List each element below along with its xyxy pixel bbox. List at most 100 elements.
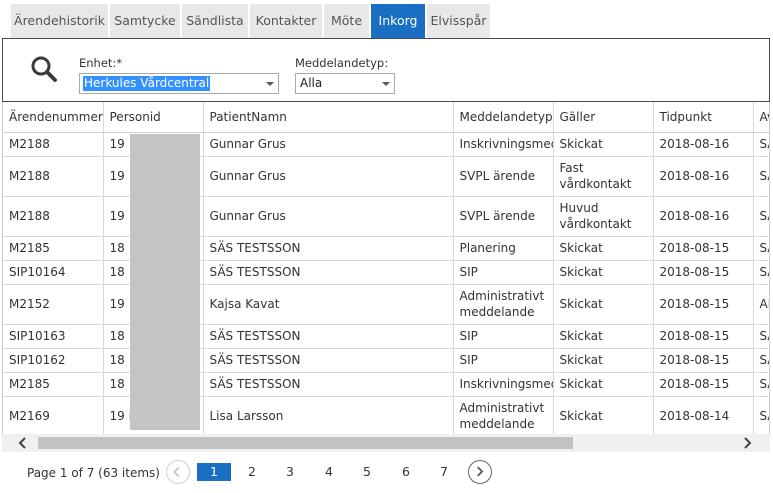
- page-button-2[interactable]: 2: [235, 463, 269, 481]
- cell: 2018-08-15: [653, 284, 754, 325]
- column-header[interactable]: Ärendenummer: [3, 102, 104, 133]
- cell: SÄS TESTSSON: [203, 348, 454, 373]
- meddelandetyp-label: Meddelandetyp:: [295, 56, 389, 70]
- cell: SIP10162: [3, 348, 104, 373]
- cell: Fast vårdkontakt: [553, 156, 654, 197]
- cell: SÄ: [753, 156, 769, 197]
- redaction-block: [130, 134, 200, 430]
- cell: SVPL ärende: [453, 196, 554, 237]
- scrollbar-thumb[interactable]: [38, 437, 573, 449]
- cell: Gunnar Grus: [203, 132, 454, 157]
- cell: M2152: [3, 284, 104, 325]
- cell: SIP: [453, 324, 554, 349]
- tab-samtycke[interactable]: Samtycke: [110, 4, 181, 38]
- cell: Inskrivningsmeddelande: [453, 132, 554, 157]
- cell: Gunnar Grus: [203, 196, 454, 237]
- page-button-6[interactable]: 6: [389, 463, 423, 481]
- cell: SÄ: [753, 196, 769, 237]
- table-header-row: Ärendenummer Personid PatientNamn Meddel…: [3, 102, 769, 133]
- tab-arendehistorik[interactable]: Ärendehistorik: [11, 4, 109, 38]
- cell: SÄ: [753, 348, 769, 373]
- page-button-7[interactable]: 7: [427, 463, 461, 481]
- cell: SÄ: [753, 260, 769, 285]
- enhet-select[interactable]: Herkules Vårdcentral: [79, 73, 279, 94]
- cell: Planering: [453, 236, 554, 261]
- table-row[interactable]: M2185 18 SÄS TESTSSON Planering Skickat …: [3, 236, 769, 261]
- column-header[interactable]: Meddelandetyp: [453, 102, 554, 133]
- cell: M2188: [3, 132, 104, 157]
- cell: 2018-08-15: [653, 236, 754, 261]
- cell: SIP: [453, 348, 554, 373]
- cell: SÄS TESTSSON: [203, 372, 454, 397]
- table-row[interactable]: M2188 19 Gunnar Grus SVPL ärende Fast vå…: [3, 156, 769, 197]
- cell: Kajsa Kavat: [203, 284, 454, 325]
- cell: SÄ: [753, 236, 769, 261]
- cell: M2169: [3, 396, 104, 434]
- search-icon[interactable]: [29, 54, 59, 84]
- cell: SÄS TESTSSON: [203, 260, 454, 285]
- cell: Huvud vårdkontakt: [553, 196, 654, 237]
- table-row[interactable]: SIP10164 18 SÄS TESTSSON SIP Skickat 201…: [3, 260, 769, 285]
- column-header[interactable]: Gäller: [553, 102, 654, 133]
- page-button-4[interactable]: 4: [312, 463, 346, 481]
- cell: M2185: [3, 236, 104, 261]
- cell: M2188: [3, 196, 104, 237]
- cell: 2018-08-16: [653, 196, 754, 237]
- column-header[interactable]: Personid: [103, 102, 204, 133]
- table-row[interactable]: SIP10162 18 SÄS TESTSSON SIP Skickat 201…: [3, 348, 769, 373]
- page-button-5[interactable]: 5: [350, 463, 384, 481]
- chevron-right-icon: [477, 466, 484, 477]
- cell: Inskrivningsmeddelande: [453, 372, 554, 397]
- cell: 2018-08-16: [653, 156, 754, 197]
- page-button-1[interactable]: 1: [197, 463, 231, 481]
- enhet-value: Herkules Vårdcentral: [83, 76, 211, 91]
- table-row[interactable]: M2188 19 Gunnar Grus Inskrivningsmeddela…: [3, 132, 769, 157]
- cell: 2018-08-15: [653, 372, 754, 397]
- cell: Al: [753, 284, 769, 325]
- cell: Skickat: [553, 284, 654, 325]
- cell: SÄS TESTSSON: [203, 236, 454, 261]
- tab-elvisspar[interactable]: Elvisspår: [427, 4, 491, 38]
- cell: SÄ: [753, 324, 769, 349]
- cell: SIP: [453, 260, 554, 285]
- cell: 2018-08-14: [653, 396, 754, 434]
- cell: SÄS TESTSSON: [203, 324, 454, 349]
- cell: 2018-08-15: [653, 324, 754, 349]
- chevron-left-icon[interactable]: [16, 436, 30, 450]
- inbox-table: Ärendenummer Personid PatientNamn Meddel…: [3, 102, 769, 434]
- column-header[interactable]: Av: [753, 102, 769, 133]
- cell: Skickat: [553, 132, 654, 157]
- cell: SVPL ärende: [453, 156, 554, 197]
- table-row[interactable]: M2169 19 MC Lisa Larsson Administrativt …: [3, 396, 769, 434]
- cell: Skickat: [553, 236, 654, 261]
- cell: M2185: [3, 372, 104, 397]
- tab-inkorg[interactable]: Inkorg: [371, 4, 426, 38]
- pager-summary: Page 1 of 7 (63 items): [27, 466, 160, 480]
- cell: Skickat: [553, 260, 654, 285]
- cell: Skickat: [553, 396, 654, 434]
- column-header[interactable]: Tidpunkt: [653, 102, 754, 133]
- horizontal-scrollbar[interactable]: [2, 434, 770, 452]
- table-row[interactable]: M2152 19 Kajsa Kavat Administrativt medd…: [3, 284, 769, 325]
- column-header[interactable]: PatientNamn: [203, 102, 454, 133]
- chevron-left-icon: [173, 466, 180, 478]
- inbox-grid: Ärendenummer Personid PatientNamn Meddel…: [2, 102, 770, 434]
- page-button-3[interactable]: 3: [273, 463, 307, 481]
- tab-sandlista[interactable]: Sändlista: [182, 4, 249, 38]
- table-row[interactable]: M2185 18 SÄS TESTSSON Inskrivningsmeddel…: [3, 372, 769, 397]
- meddelandetyp-select[interactable]: Alla: [295, 73, 395, 94]
- cell: Administrativt meddelande: [453, 284, 554, 325]
- prev-page-button[interactable]: [166, 460, 190, 484]
- tab-mote[interactable]: Möte: [324, 4, 370, 38]
- cell: M2188: [3, 156, 104, 197]
- cell: SÄ: [753, 372, 769, 397]
- table-row[interactable]: SIP10163 18 SÄS TESTSSON SIP Skickat 201…: [3, 324, 769, 349]
- tab-kontakter[interactable]: Kontakter: [250, 4, 323, 38]
- filter-panel: Enhet:* Herkules Vårdcentral Meddelandet…: [2, 38, 770, 102]
- cell: Skickat: [553, 372, 654, 397]
- chevron-right-icon[interactable]: [740, 436, 754, 450]
- cell: SIP10164: [3, 260, 104, 285]
- cell: 2018-08-16: [653, 132, 754, 157]
- table-row[interactable]: M2188 19 Gunnar Grus SVPL ärende Huvud v…: [3, 196, 769, 237]
- next-page-button[interactable]: [468, 460, 492, 484]
